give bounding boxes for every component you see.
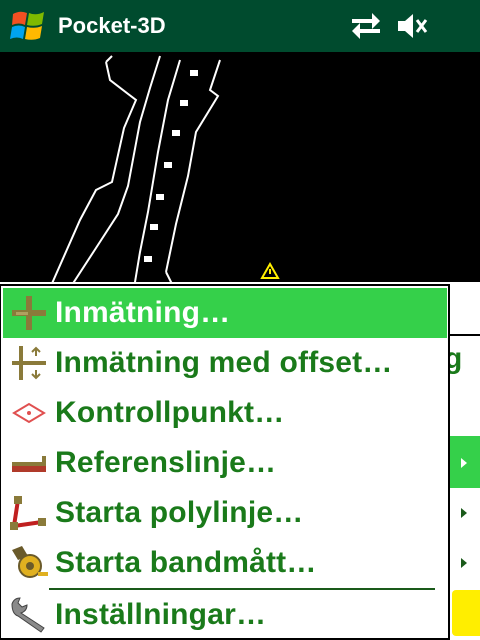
polyline-icon (7, 491, 51, 535)
warning-triangle-marker-icon (260, 261, 280, 279)
chevron-right-icon (461, 558, 467, 568)
app-title: Pocket-3D (58, 13, 166, 38)
background-yellow-tab[interactable] (452, 590, 480, 636)
map-canvas[interactable] (0, 52, 480, 289)
menu-item-installningar[interactable]: Inställningar… (3, 590, 447, 640)
menu-item-referenslinje[interactable]: Referenslinje… (3, 438, 447, 488)
title-bar: Pocket-3D (0, 0, 480, 52)
offset-arrows-icon (7, 341, 51, 385)
control-point-diamond-icon (7, 391, 51, 435)
speaker-muted-icon[interactable] (396, 10, 428, 42)
reference-line-icon (7, 441, 51, 485)
menu-item-kontrollpunkt[interactable]: Kontrollpunkt… (3, 388, 447, 438)
survey-cross-icon (7, 291, 51, 335)
menu-item-inmatning-med-offset[interactable]: Inmätning med offset… (3, 338, 447, 388)
windows-start-logo-icon[interactable] (6, 3, 52, 49)
chevron-right-icon (461, 458, 467, 468)
wrench-settings-icon (7, 593, 51, 637)
menu-item-inmatning[interactable]: Inmätning… (3, 288, 447, 338)
tape-measure-icon (7, 541, 51, 585)
chevron-right-icon (461, 508, 467, 518)
menu-item-starta-bandmatt[interactable]: Starta bandmått… (3, 538, 447, 588)
context-menu: Inmätning… Inmätning med offset… Kontrol… (0, 284, 450, 640)
divider (448, 334, 480, 336)
connectivity-arrows-icon[interactable] (350, 10, 382, 42)
menu-item-starta-polylinje[interactable]: Starta polylinje… (3, 488, 447, 538)
